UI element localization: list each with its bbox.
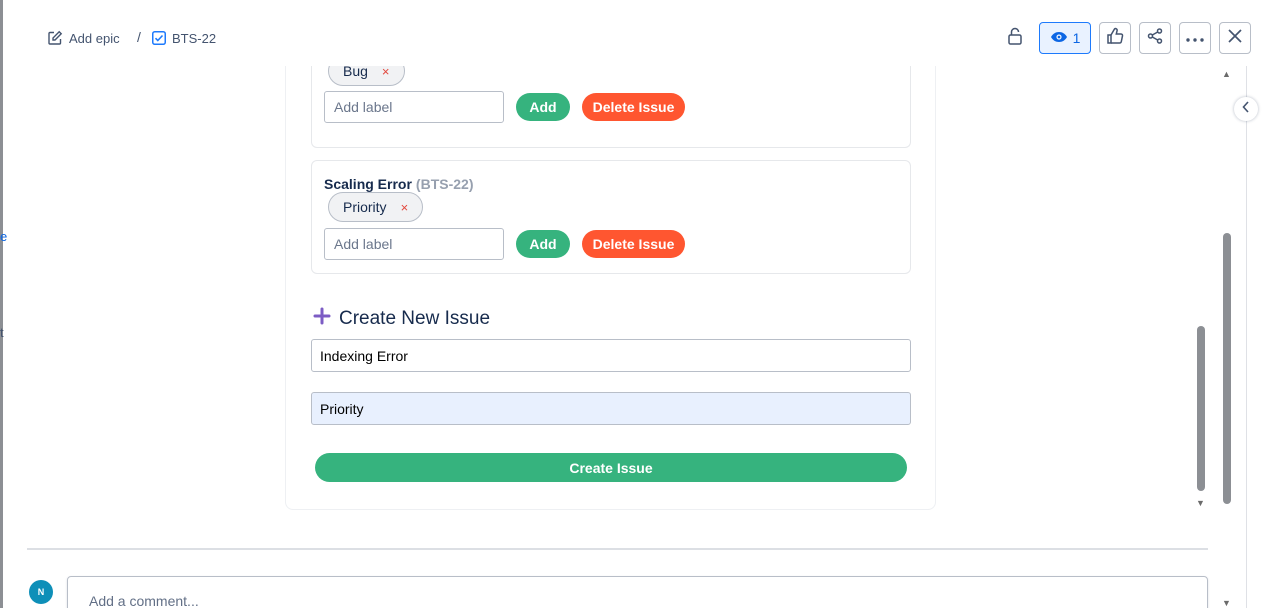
collapse-sidebar-button[interactable] [1234,97,1258,121]
thumbs-up-icon [1106,27,1124,50]
panel-scrollbar[interactable]: ▼ [1195,66,1207,510]
comment-input[interactable]: Add a comment... [67,576,1208,608]
more-icon [1186,29,1204,47]
new-issue-title-input[interactable] [311,339,911,372]
issue-key-label: BTS-22 [172,30,217,46]
checkbox-task-icon [152,31,166,45]
label-chip-text: Priority [343,199,387,215]
like-button[interactable] [1099,22,1131,54]
share-button[interactable] [1139,22,1171,54]
avatar: N [29,580,53,604]
delete-issue-button[interactable]: Delete Issue [582,230,685,258]
add-label-input[interactable] [324,228,504,260]
edit-icon [47,30,63,46]
label-chip: Bug × [328,66,405,86]
share-icon [1147,27,1163,49]
close-button[interactable] [1219,22,1251,54]
add-epic-link[interactable]: Add epic [47,29,120,47]
unlock-icon [1007,27,1023,50]
panel-scrollbar-thumb[interactable] [1197,326,1205,491]
left-edge-shade [0,0,3,608]
edge-text-fragment: e [0,229,8,244]
label-chip-text: Bug [343,66,368,79]
issue-summary: Scaling Error [324,176,412,192]
sidebar-divider [1246,66,1247,608]
scroll-down-arrow-icon[interactable]: ▼ [1196,498,1205,508]
watch-button[interactable]: 1 [1039,22,1091,54]
issue-manager-panel: Bug × Add Delete Issue Scaling Error(BTS… [285,66,936,510]
scroll-up-arrow-icon[interactable]: ▲ [1222,69,1231,79]
issue-title: Scaling Error (BTS-22) [324,176,473,192]
chevron-left-icon [1242,100,1250,118]
issue-key-link[interactable]: BTS-22 [152,29,216,47]
create-issue-heading: Create New Issue [313,307,490,331]
delete-issue-button[interactable]: Delete Issue [582,93,685,121]
plus-icon [313,307,331,331]
section-divider [27,548,1208,550]
eye-icon [1050,30,1068,46]
label-chip: Priority × [328,192,424,222]
add-label-input[interactable] [324,91,504,123]
issue-key: (BTS-22) [415,176,474,192]
page-scrollbar-thumb[interactable] [1223,233,1231,504]
more-actions-button[interactable] [1179,22,1211,54]
new-issue-label-input[interactable] [311,392,911,425]
add-label-button[interactable]: Add [516,230,570,258]
remove-label-icon[interactable]: × [382,66,390,79]
issue-card: Bug × Add Delete Issue [311,66,911,148]
issue-card: Scaling Error(BTS-22) Priority × Add Del… [311,160,911,274]
remove-label-icon[interactable]: × [401,200,409,215]
watch-count: 1 [1072,30,1081,46]
page-scrollbar[interactable]: ▲ ▼ [1221,66,1233,608]
create-issue-button[interactable]: Create Issue [315,453,907,482]
issue-header: Add epic / BTS-22 1 [0,0,1281,76]
restrictions-button[interactable] [999,22,1031,54]
add-epic-label: Add epic [69,30,120,46]
add-label-button[interactable]: Add [516,93,570,121]
edge-text-fragment: t [0,325,4,340]
scroll-down-arrow-icon[interactable]: ▼ [1222,598,1231,608]
create-issue-title: Create New Issue [339,308,491,329]
breadcrumb-separator: / [137,29,141,45]
close-icon [1228,28,1242,48]
